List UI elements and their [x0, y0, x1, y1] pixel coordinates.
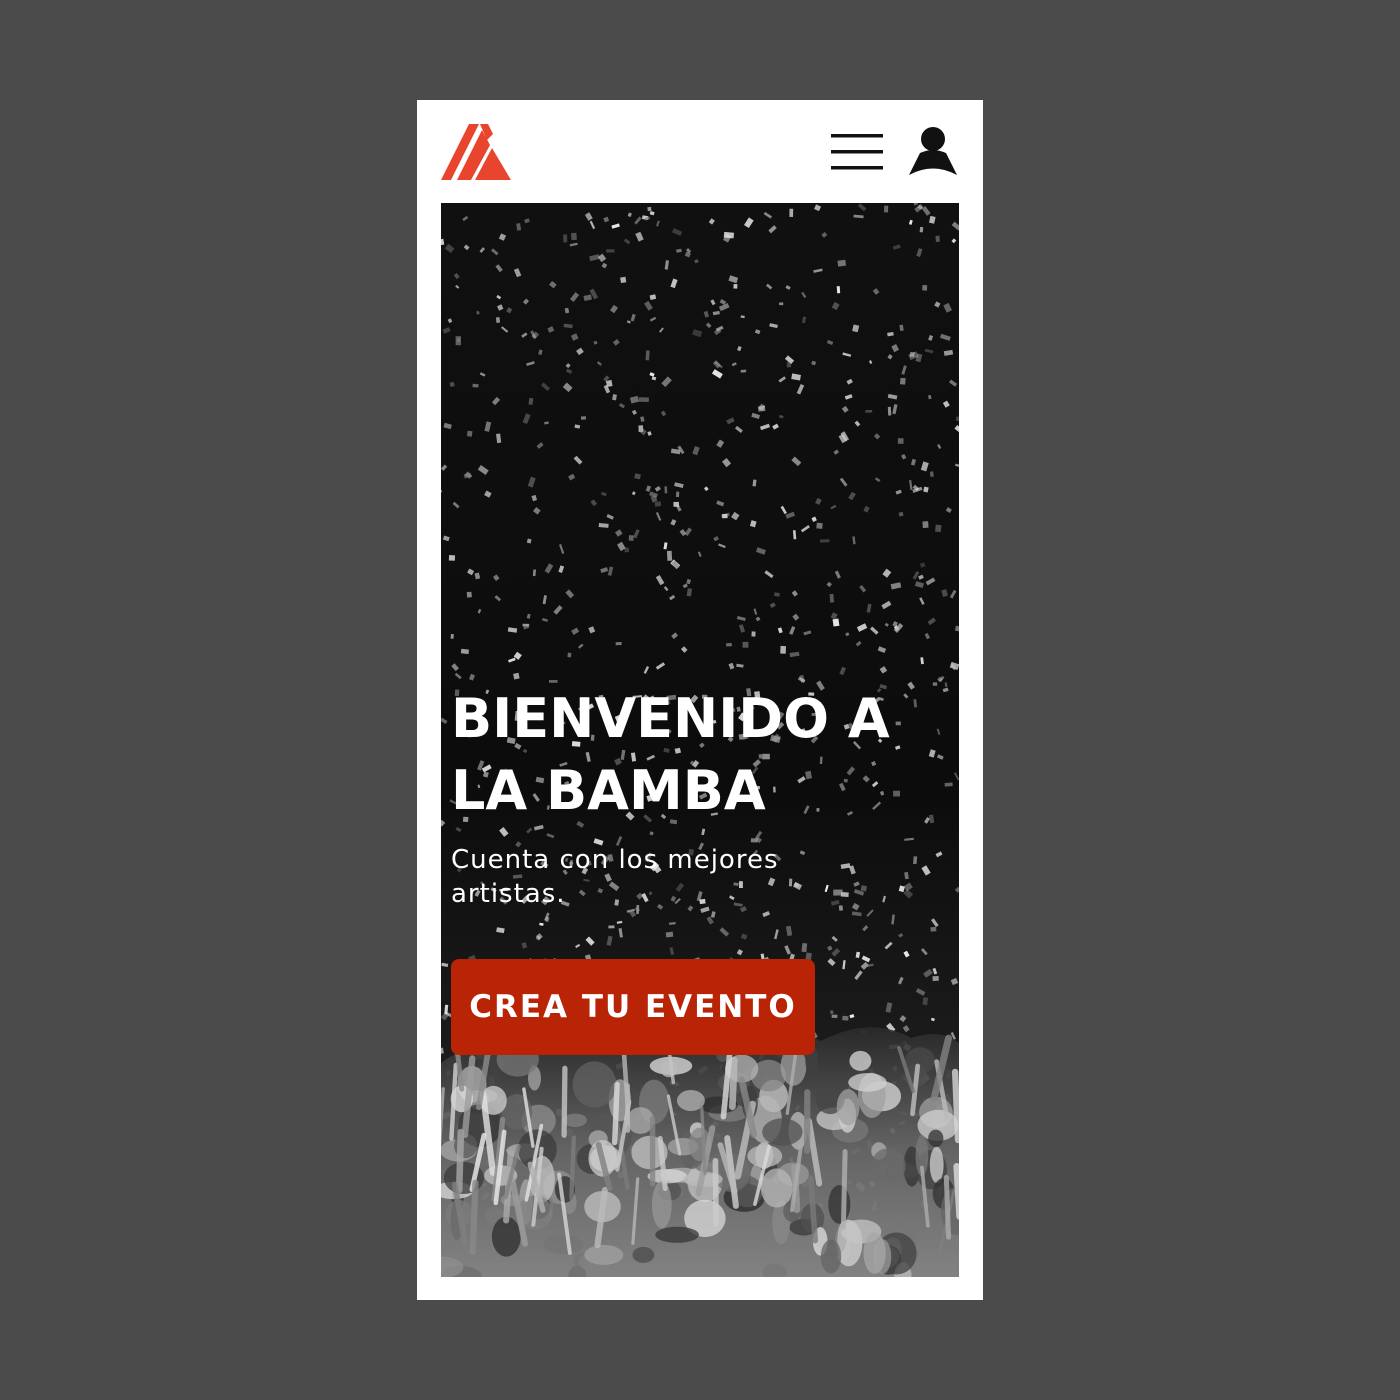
hero-title: BIENVENIDO A LA BAMBA	[451, 687, 890, 822]
la-bamba-logo-icon[interactable]	[441, 124, 511, 180]
create-event-button[interactable]: CREA TU EVENTO	[451, 959, 815, 1055]
hamburger-menu-icon[interactable]	[831, 133, 883, 171]
hero-subtitle: Cuenta con los mejores artistas.	[451, 845, 779, 909]
top-header	[417, 100, 983, 204]
mobile-screen: BIENVENIDO A LA BAMBA Cuenta con los mej…	[417, 100, 983, 1300]
user-account-icon[interactable]	[907, 126, 959, 176]
hero-banner: BIENVENIDO A LA BAMBA Cuenta con los mej…	[441, 203, 959, 1277]
